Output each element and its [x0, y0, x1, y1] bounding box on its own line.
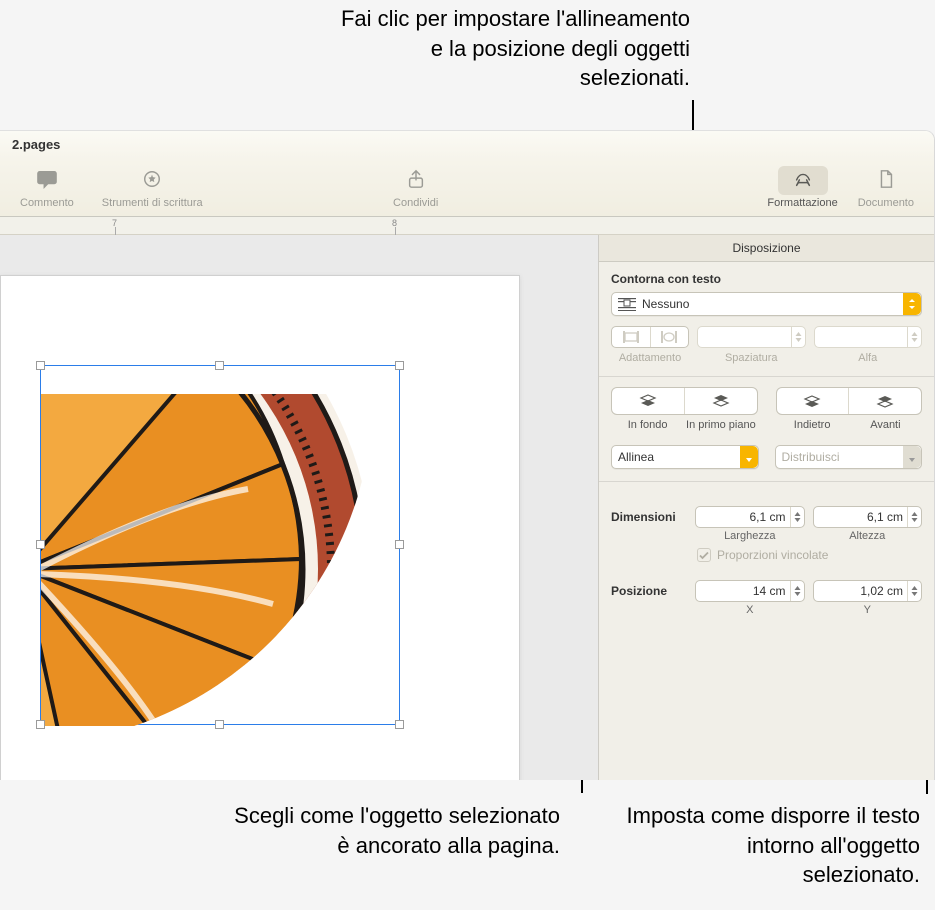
height-value: 6,1 cm	[814, 510, 908, 524]
stepper-arrows-icon	[907, 327, 921, 347]
layer-forward-label: Avanti	[849, 419, 922, 431]
wrap-mode-popup[interactable]: Nessuno	[611, 292, 922, 316]
inspector-sidebar: Disposizione Contorna con testo Nessuno	[598, 235, 934, 780]
wrap-mode-value: Nessuno	[642, 297, 689, 311]
ruler[interactable]: 7 8	[0, 217, 934, 235]
share-icon	[405, 169, 427, 189]
ruler-tick-7: 7	[112, 218, 117, 228]
resize-handle[interactable]	[395, 720, 404, 729]
toolbar-writing-tools[interactable]: Strumenti di scrittura	[84, 166, 221, 209]
pos-x-value: 14 cm	[696, 584, 790, 598]
width-stepper[interactable]: 6,1 cm	[695, 506, 805, 528]
popup-knob-icon	[740, 446, 758, 468]
toolbar-share-label: Condividi	[393, 197, 438, 209]
selected-image-orange	[41, 366, 401, 726]
callout-bottom-left: Scegli come l'oggetto selezionato è anco…	[220, 801, 560, 860]
constrain-checkbox[interactable]: Proporzioni vincolate	[611, 548, 922, 562]
alpha-stepper[interactable]	[814, 326, 923, 348]
width-value: 6,1 cm	[696, 510, 790, 524]
send-to-back-icon	[612, 388, 684, 414]
resize-handle[interactable]	[395, 540, 404, 549]
toolbar-document[interactable]: Documento	[848, 166, 924, 209]
toolbar-format[interactable]: Formattazione	[757, 166, 847, 209]
popup-knob-icon	[903, 446, 921, 468]
size-label: Dimensioni	[611, 510, 687, 524]
width-label: Larghezza	[695, 530, 805, 542]
layer-back-front-segmented[interactable]	[611, 387, 758, 415]
toolbar-comment-label: Commento	[20, 197, 74, 209]
height-label: Altezza	[813, 530, 923, 542]
layer-front-label: In primo piano	[684, 419, 757, 431]
spacing-label: Spaziatura	[725, 352, 778, 364]
format-icon	[792, 169, 814, 189]
document-title: 2.pages	[12, 137, 60, 152]
fit-label: Adattamento	[619, 352, 681, 364]
toolbar-comment[interactable]: Commento	[10, 166, 84, 209]
distribute-label: Distribuisci	[782, 450, 840, 464]
resize-handle[interactable]	[36, 720, 45, 729]
size-section: Dimensioni 6,1 cm 6,1 cm Larghezza Altez…	[599, 482, 934, 628]
wrap-title: Contorna con testo	[611, 272, 922, 286]
alpha-label: Alfa	[858, 352, 877, 364]
pos-y-label: Y	[813, 604, 923, 616]
callout-top: Fai clic per impostare l'allineamento e …	[330, 4, 690, 93]
app-window: 2.pages Commento Strumenti di scrittura …	[0, 130, 935, 780]
ruler-tick-8: 8	[392, 218, 397, 228]
resize-handle[interactable]	[215, 361, 224, 370]
canvas[interactable]	[0, 235, 598, 780]
bring-to-front-icon	[684, 388, 757, 414]
fit-segmented[interactable]	[611, 326, 689, 348]
toolbar-document-label: Documento	[858, 197, 914, 209]
height-stepper[interactable]: 6,1 cm	[813, 506, 923, 528]
layer-back-label: In fondo	[611, 419, 684, 431]
align-label: Allinea	[618, 450, 654, 464]
fit-contour-icon	[650, 327, 689, 347]
resize-handle[interactable]	[395, 361, 404, 370]
stepper-arrows-icon	[791, 327, 805, 347]
layer-backward-label: Indietro	[776, 419, 849, 431]
toolbar-writing-tools-label: Strumenti di scrittura	[102, 197, 203, 209]
inspector-tab-layout[interactable]: Disposizione	[599, 235, 934, 262]
document-icon	[875, 169, 897, 189]
stepper-arrows-icon	[790, 507, 804, 527]
pos-x-stepper[interactable]: 14 cm	[695, 580, 805, 602]
layer-backward-forward-segmented[interactable]	[776, 387, 923, 415]
toolbar-format-label: Formattazione	[767, 197, 837, 209]
writing-tools-icon	[141, 169, 163, 189]
toolbar: Commento Strumenti di scrittura Condivid…	[0, 159, 934, 217]
toolbar-share[interactable]: Condividi	[381, 166, 451, 209]
checkmark-icon	[697, 548, 711, 562]
fit-rect-icon	[612, 327, 650, 347]
bring-forward-icon	[848, 388, 921, 414]
wrap-section: Contorna con testo Nessuno	[599, 262, 934, 377]
position-label: Posizione	[611, 584, 687, 598]
callout-bottom-right: Imposta come disporre il testo intorno a…	[625, 801, 920, 890]
stepper-arrows-icon	[790, 581, 804, 601]
stepper-arrows-icon	[907, 581, 921, 601]
send-backward-icon	[777, 388, 849, 414]
pos-y-value: 1,02 cm	[814, 584, 908, 598]
align-popup[interactable]: Allinea	[611, 445, 759, 469]
layer-section: In fondo In primo piano Indietro Avanti …	[599, 377, 934, 482]
selection-box[interactable]	[40, 365, 400, 725]
resize-handle[interactable]	[36, 361, 45, 370]
distribute-popup[interactable]: Distribuisci	[775, 445, 923, 469]
spacing-stepper[interactable]	[697, 326, 806, 348]
wrap-none-icon	[618, 297, 636, 311]
constrain-label: Proporzioni vincolate	[717, 548, 828, 562]
comment-icon	[36, 169, 58, 189]
stepper-arrows-icon	[907, 507, 921, 527]
resize-handle[interactable]	[36, 540, 45, 549]
window-titlebar: 2.pages	[0, 131, 934, 159]
popup-knob-icon	[903, 293, 921, 315]
pos-y-stepper[interactable]: 1,02 cm	[813, 580, 923, 602]
resize-handle[interactable]	[215, 720, 224, 729]
pos-x-label: X	[695, 604, 805, 616]
